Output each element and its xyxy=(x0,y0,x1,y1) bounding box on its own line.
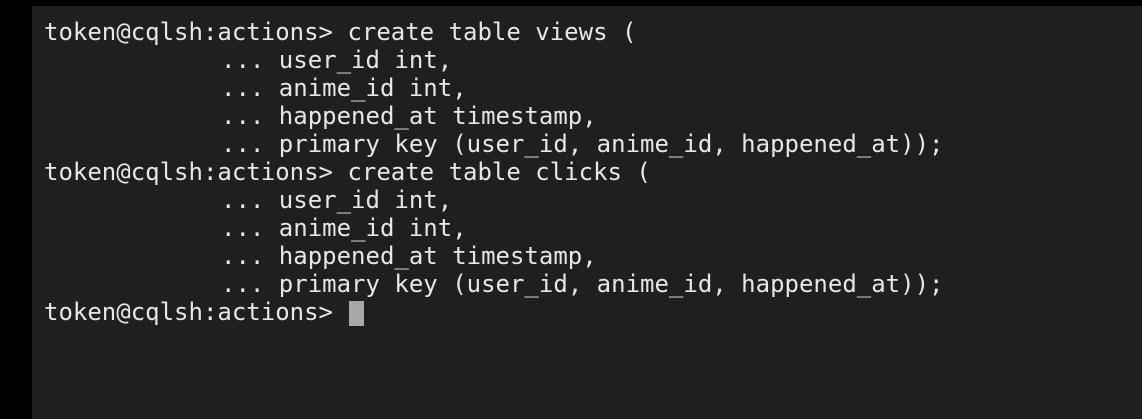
terminal-line: ... primary key (user_id, anime_id, happ… xyxy=(44,130,943,158)
terminal-line: ... happened_at timestamp, xyxy=(44,102,943,130)
terminal-line: ... user_id int, xyxy=(44,46,943,74)
continuation-prompt: ... xyxy=(221,74,279,102)
continuation-prompt: ... xyxy=(221,130,279,158)
continuation-prompt: ... xyxy=(221,270,279,298)
command-text: user_id int, xyxy=(278,186,453,214)
terminal-line: ... primary key (user_id, anime_id, happ… xyxy=(44,270,943,298)
command-text: primary key (user_id, anime_id, happened… xyxy=(278,130,944,158)
continuation-prompt: ... xyxy=(221,242,279,270)
command-text: anime_id int, xyxy=(278,214,467,242)
terminal-line: token@cqlsh:actions> create table views … xyxy=(44,18,943,46)
continuation-prompt: ... xyxy=(221,46,279,74)
terminal-line: ... happened_at timestamp, xyxy=(44,242,943,270)
continuation-prompt: ... xyxy=(221,214,279,242)
terminal-line: ... anime_id int, xyxy=(44,74,943,102)
terminal-line: token@cqlsh:actions> create table clicks… xyxy=(44,158,943,186)
command-text: create table views ( xyxy=(347,18,637,46)
shell-prompt: token@cqlsh:actions> xyxy=(44,158,348,186)
command-text: user_id int, xyxy=(278,46,453,74)
cqlsh-terminal[interactable]: token@cqlsh:actions> create table views … xyxy=(32,6,1142,419)
command-text: create table clicks ( xyxy=(347,158,651,186)
command-text: anime_id int, xyxy=(278,74,467,102)
terminal-line: ... user_id int, xyxy=(44,186,943,214)
text-cursor xyxy=(349,301,365,326)
screen: token@cqlsh:actions> create table views … xyxy=(0,0,1142,419)
terminal-output: token@cqlsh:actions> create table views … xyxy=(44,18,943,326)
terminal-line: ... anime_id int, xyxy=(44,214,943,242)
command-text: primary key (user_id, anime_id, happened… xyxy=(278,270,944,298)
command-text: happened_at timestamp, xyxy=(278,102,597,130)
command-text: happened_at timestamp, xyxy=(278,242,597,270)
shell-prompt: token@cqlsh:actions> xyxy=(44,298,348,326)
shell-prompt: token@cqlsh:actions> xyxy=(44,18,348,46)
continuation-prompt: ... xyxy=(221,186,279,214)
continuation-prompt: ... xyxy=(221,102,279,130)
terminal-input-line[interactable]: token@cqlsh:actions> xyxy=(44,298,943,326)
